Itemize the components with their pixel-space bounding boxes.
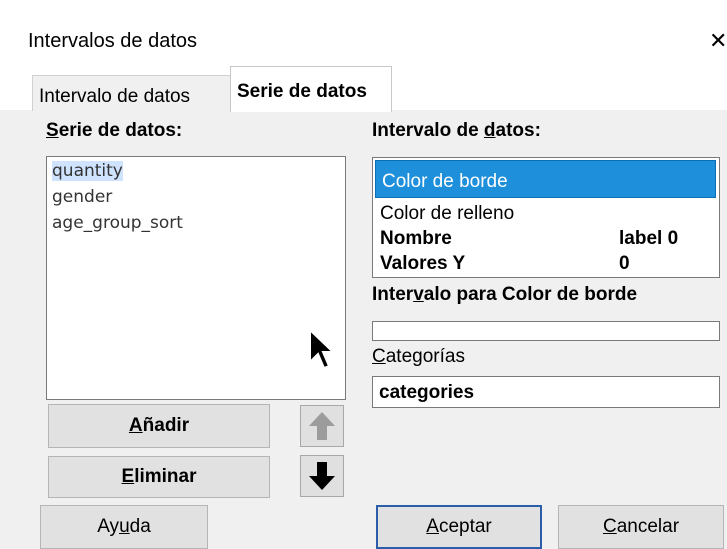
mouse-cursor-icon <box>309 328 336 370</box>
range-label: Intervalo de datos: <box>372 120 541 141</box>
list-item[interactable]: gender <box>52 187 112 207</box>
series-label: Serie de datos: <box>46 120 183 141</box>
range-item[interactable]: Color de relleno <box>380 203 514 225</box>
help-button[interactable]: Ay u da <box>40 505 208 549</box>
close-icon[interactable]: ✕ <box>709 28 727 54</box>
range-item[interactable]: Valores Y <box>380 253 465 275</box>
remove-button[interactable]: Eliminar <box>48 456 270 498</box>
range-item[interactable]: Nombre <box>380 228 452 250</box>
range-list[interactable]: Color de borde Color de relleno Nombre l… <box>372 157 720 278</box>
add-button[interactable]: Añadir <box>48 404 270 448</box>
ok-button[interactable]: Aceptar <box>376 505 542 549</box>
range-for-label: Intervalo para Color de borde <box>372 284 638 305</box>
arrow-up-icon <box>309 412 335 440</box>
range-for-input[interactable] <box>372 321 720 341</box>
categories-input[interactable]: categories <box>372 376 720 408</box>
list-item[interactable]: quantity <box>52 161 123 181</box>
move-up-button[interactable] <box>300 405 344 447</box>
move-down-button[interactable] <box>300 455 344 497</box>
window-title: Intervalos de datos <box>28 30 197 52</box>
range-item-value: 0 <box>619 253 630 274</box>
categories-label: Categorías <box>372 346 465 367</box>
range-item-selected[interactable]: Color de borde <box>375 160 716 198</box>
cancel-button[interactable]: Cancelar <box>558 505 724 549</box>
series-list[interactable]: quantity gender age_group_sort <box>46 156 346 400</box>
range-item-value: label 0 <box>619 228 679 249</box>
list-item[interactable]: age_group_sort <box>52 213 183 233</box>
tab-serie-de-datos[interactable]: Serie de datos <box>230 66 392 112</box>
tab-intervalo-de-datos[interactable]: Intervalo de datos <box>32 75 232 111</box>
arrow-down-icon <box>309 462 335 490</box>
